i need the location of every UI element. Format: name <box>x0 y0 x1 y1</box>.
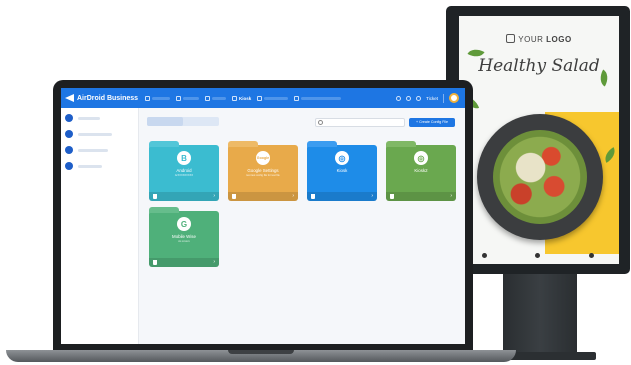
sidebar <box>61 108 139 344</box>
search-box[interactable] <box>315 118 405 127</box>
config-card[interactable]: B Android ArXXXXXXXXX › <box>149 141 219 201</box>
folder-tab <box>228 141 258 147</box>
footer-contact-3 <box>589 253 596 258</box>
header-right: Ticket <box>396 93 465 103</box>
card-name: Kiosk <box>336 168 348 173</box>
search-icon <box>318 120 323 125</box>
chevron-right-icon[interactable]: › <box>292 193 294 200</box>
kiosk-stand <box>503 274 577 356</box>
sidebar-icon <box>65 114 73 122</box>
app-header: AirDroid Business Kiosk Ticket <box>61 88 465 108</box>
card-footer: › <box>386 192 456 201</box>
device-icon <box>176 95 181 101</box>
card-footer: › <box>149 192 219 201</box>
settings-icon <box>294 95 300 101</box>
laptop-screen: AirDroid Business Kiosk Ticket + Create <box>61 88 465 344</box>
app-logo-icon: Google <box>256 151 270 165</box>
footer-contact-2 <box>535 253 542 258</box>
nav-item-settings[interactable] <box>294 95 342 101</box>
card-name: Android <box>176 168 192 173</box>
sidebar-item-3[interactable] <box>65 146 108 154</box>
folder-tab <box>307 141 337 147</box>
kiosk-icon <box>232 95 237 101</box>
nav-item-policy[interactable] <box>257 95 289 101</box>
sidebar-item-4[interactable] <box>65 162 102 170</box>
chevron-right-icon[interactable]: › <box>371 193 373 200</box>
folder-tab <box>149 141 179 147</box>
config-card[interactable]: Google Google Settings test test config fi… <box>228 141 298 201</box>
folder-tab <box>386 141 416 147</box>
nav-item-home[interactable] <box>145 95 170 101</box>
card-name: Mobile Wise <box>172 234 196 239</box>
chevron-right-icon[interactable]: › <box>450 193 452 200</box>
nav-item-kiosk[interactable]: Kiosk <box>232 95 252 101</box>
nav-item-apps[interactable] <box>205 95 226 101</box>
sidebar-item-2[interactable] <box>65 130 112 138</box>
avatar[interactable] <box>449 93 459 103</box>
header-divider <box>443 93 444 103</box>
top-nav: Kiosk <box>145 95 396 101</box>
config-card[interactable]: ◎ Kiosk2 › <box>386 141 456 201</box>
card-name: Kiosk2 <box>414 168 428 173</box>
nav-item-devices[interactable] <box>176 95 199 101</box>
kiosk-screen: YOUR LOGO Healthy Salad <box>459 16 619 264</box>
trash-icon[interactable] <box>153 260 157 265</box>
brand-name: AirDroid Business <box>77 94 139 102</box>
poster-logo: YOUR LOGO <box>459 34 619 44</box>
config-card[interactable]: G Mobile Wise Ax.xxxxxx › <box>149 207 219 267</box>
apps-icon <box>205 95 210 101</box>
chevron-right-icon[interactable]: › <box>213 193 215 200</box>
card-footer: › <box>228 192 298 201</box>
brand-logo-icon <box>65 94 74 102</box>
notification-icon[interactable] <box>396 95 402 101</box>
poster-logo-prefix: YOUR <box>518 35 547 44</box>
chevron-right-icon[interactable]: › <box>213 259 215 266</box>
trash-icon[interactable] <box>390 194 394 199</box>
card-description: test test config file for test file <box>246 174 280 177</box>
trash-icon[interactable] <box>153 194 157 199</box>
logo-mark-icon <box>506 34 516 43</box>
app-logo-icon: G <box>177 217 191 231</box>
sidebar-icon <box>65 146 73 154</box>
breadcrumb <box>147 117 219 126</box>
laptop-notch <box>228 350 294 354</box>
policy-icon <box>257 95 263 101</box>
card-description: ArXXXXXXXXX <box>174 174 194 177</box>
home-icon <box>145 95 150 101</box>
salad-image <box>493 130 587 224</box>
sidebar-item-1[interactable] <box>65 114 100 122</box>
sidebar-icon <box>65 162 73 170</box>
search-input[interactable] <box>325 120 403 125</box>
nav-kiosk-label: Kiosk <box>239 95 252 101</box>
app-logo-icon: B <box>177 151 191 165</box>
card-name: Google Settings <box>247 168 279 173</box>
ticket-link[interactable]: Ticket <box>426 96 438 101</box>
card-footer: › <box>149 258 219 267</box>
poster-logo-bold: LOGO <box>546 35 572 44</box>
create-config-button[interactable]: + Create Config File <box>409 118 455 127</box>
help-icon[interactable] <box>406 95 412 101</box>
brand[interactable]: AirDroid Business <box>61 94 145 102</box>
language-icon[interactable] <box>416 95 422 101</box>
trash-icon[interactable] <box>232 194 236 199</box>
poster-footer <box>459 253 619 258</box>
app-logo-icon: ◎ <box>414 151 428 165</box>
sidebar-icon <box>65 130 73 138</box>
folder-tab <box>149 207 179 213</box>
trash-icon[interactable] <box>311 194 315 199</box>
footer-contact-1 <box>482 253 489 258</box>
card-description: Ax.xxxxxx <box>178 240 190 243</box>
poster-title: Healthy Salad <box>478 56 600 76</box>
card-footer: › <box>307 192 377 201</box>
app-logo-icon: ◎ <box>335 151 349 165</box>
config-card[interactable]: ◎ Kiosk › <box>307 141 377 201</box>
